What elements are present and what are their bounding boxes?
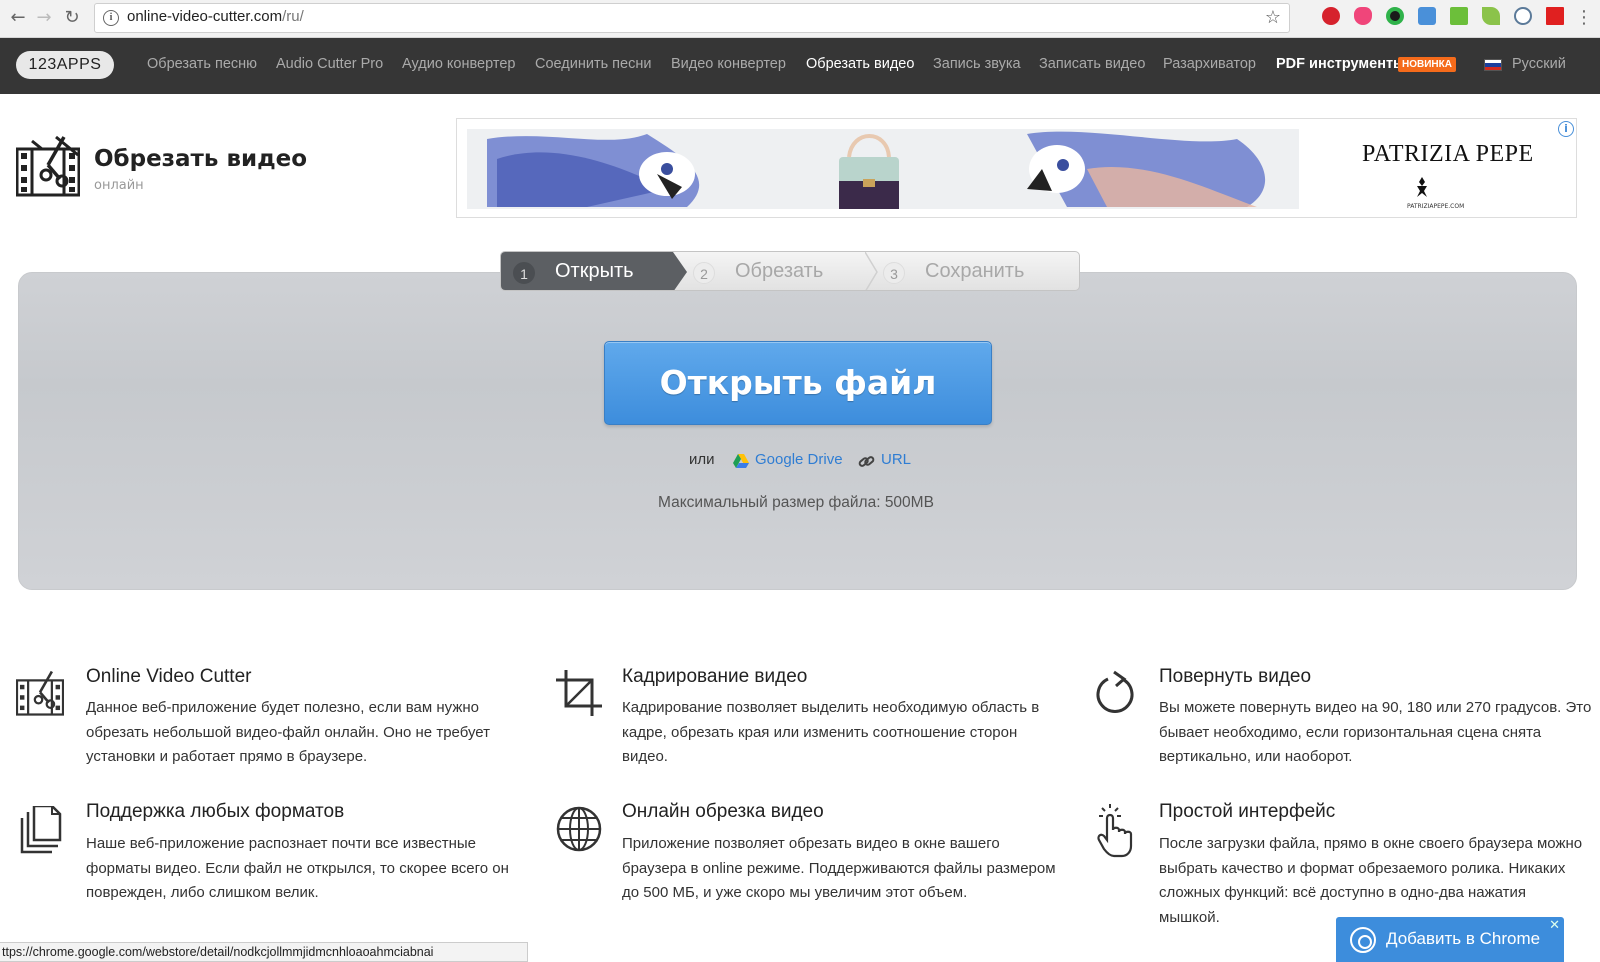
max-file-size: Максимальный размер файла: 500MB (658, 494, 934, 511)
address-bar[interactable]: i online-video-cutter.com/ru/ ☆ (94, 3, 1290, 33)
nav-link-record-audio[interactable]: Запись звука (933, 56, 1021, 72)
nav-link-cut-video[interactable]: Обрезать видео (806, 56, 914, 72)
sprout-extension-icon[interactable] (1482, 7, 1500, 25)
feature-text: Кадрирование позволяет выделить необходи… (622, 699, 1040, 765)
upload-panel (18, 272, 1577, 590)
feature-title: Кадрирование видео (622, 666, 808, 687)
google-drive-icon[interactable] (733, 454, 749, 468)
pointer-hand-icon (1097, 804, 1133, 858)
add-to-chrome-label: Добавить в Chrome (1386, 929, 1541, 948)
feature-text: Вы можете повернуть видео на 90, 180 или… (1159, 699, 1592, 765)
link-chain-icon[interactable] (858, 454, 876, 470)
new-badge: НОВИНКА (1398, 57, 1456, 72)
browser-toolbar: ← → ↻ i online-video-cutter.com/ru/ ☆ ⋮ (0, 0, 1600, 38)
step-indicator: 1 Открыть 2 Обрезать 3 Сохранить (500, 251, 1080, 291)
feature-text: После загрузки файла, прямо в окне своег… (1159, 835, 1583, 926)
open-file-button[interactable]: Открыть файл (604, 341, 992, 425)
feature-text: Данное веб-приложение будет полезно, есл… (86, 699, 491, 765)
browser-menu-icon[interactable]: ⋮ (1572, 6, 1596, 30)
site-info-icon[interactable]: i (103, 10, 119, 26)
nav-link-audio-converter[interactable]: Аудио конвертер (402, 56, 515, 72)
nav-link-video-converter[interactable]: Видео конвертер (671, 56, 786, 72)
nav-link-audio-cutter-pro[interactable]: Audio Cutter Pro (276, 56, 383, 72)
nav-link-unarchiver[interactable]: Разархиватор (1163, 56, 1256, 72)
ad-image[interactable] (467, 129, 1299, 209)
bookmark-star-icon[interactable]: ☆ (1265, 7, 1281, 28)
step-arrow-divider (673, 252, 687, 290)
reload-icon[interactable]: ↻ (60, 6, 84, 30)
chrome-icon (1350, 927, 1376, 953)
feature-title: Повернуть видео (1159, 666, 1312, 687)
close-icon[interactable]: ✕ (1549, 917, 1560, 933)
feature-title: Online Video Cutter (86, 666, 252, 687)
ad-brand-name: PATRIZIA PEPE (1362, 141, 1534, 167)
ad-info-icon[interactable]: i (1558, 121, 1574, 137)
page-subtitle: онлайн (94, 178, 144, 193)
crop-icon (556, 670, 602, 716)
google-drive-link[interactable]: Google Drive (755, 451, 843, 468)
ad-brand-logo-icon (1417, 177, 1427, 197)
language-selector[interactable]: Русский (1484, 56, 1566, 72)
feature-text: Наше веб-приложение распознает почти все… (86, 835, 509, 901)
nav-link-cut-song[interactable]: Обрезать песню (147, 56, 257, 72)
add-to-chrome-button[interactable]: Добавить в Chrome ✕ (1336, 917, 1564, 962)
nav-link-join-songs[interactable]: Соединить песни (535, 56, 651, 72)
translate-extension-icon[interactable] (1418, 7, 1436, 25)
or-label: или (689, 451, 715, 468)
page-title: Обрезать видео (94, 146, 308, 172)
url-text: online-video-cutter.com/ru/ (127, 8, 304, 25)
record-extension-icon[interactable] (1386, 7, 1404, 25)
browser-status-bar: ttps://chrome.google.com/webstore/detail… (0, 942, 528, 962)
url-link[interactable]: URL (881, 451, 911, 468)
advertisement-banner[interactable]: PATRIZIA PEPE PATRIZIAPEPE.COM i (456, 118, 1577, 218)
feature-title: Поддержка любых форматов (86, 801, 345, 822)
feature-title: Онлайн обрезка видео (622, 801, 824, 822)
feature-text: Приложение позволяет обрезать видео в ок… (622, 835, 1056, 901)
film-scissors-icon (16, 135, 80, 197)
globe-icon (556, 806, 602, 852)
flag-extension-icon[interactable] (1546, 7, 1564, 25)
pinterest-extension-icon[interactable] (1322, 7, 1340, 25)
rotate-icon (1096, 670, 1134, 713)
vpn-extension-icon[interactable] (1514, 7, 1532, 25)
forward-icon[interactable]: → (32, 6, 56, 30)
heart-extension-icon[interactable] (1354, 7, 1372, 25)
123apps-logo[interactable]: 123APPS (16, 51, 114, 79)
ad-brand-url: PATRIZIAPEPE.COM (1407, 203, 1465, 210)
nav-link-record-video[interactable]: Записать видео (1039, 56, 1145, 72)
step-cut: 2 Обрезать (687, 252, 877, 290)
download-extension-icon[interactable] (1450, 7, 1468, 25)
files-icon (20, 806, 62, 854)
film-scissors-icon (16, 670, 64, 716)
back-icon[interactable]: ← (6, 6, 30, 30)
nav-link-pdf-tools[interactable]: PDF инструменты (1276, 56, 1405, 72)
step-save: 3 Сохранить (877, 252, 1079, 290)
site-navigation: 123APPS Обрезать песню Audio Cutter Pro … (0, 38, 1600, 94)
step-open: 1 Открыть (501, 252, 673, 290)
feature-title: Простой интерфейс (1159, 801, 1336, 822)
